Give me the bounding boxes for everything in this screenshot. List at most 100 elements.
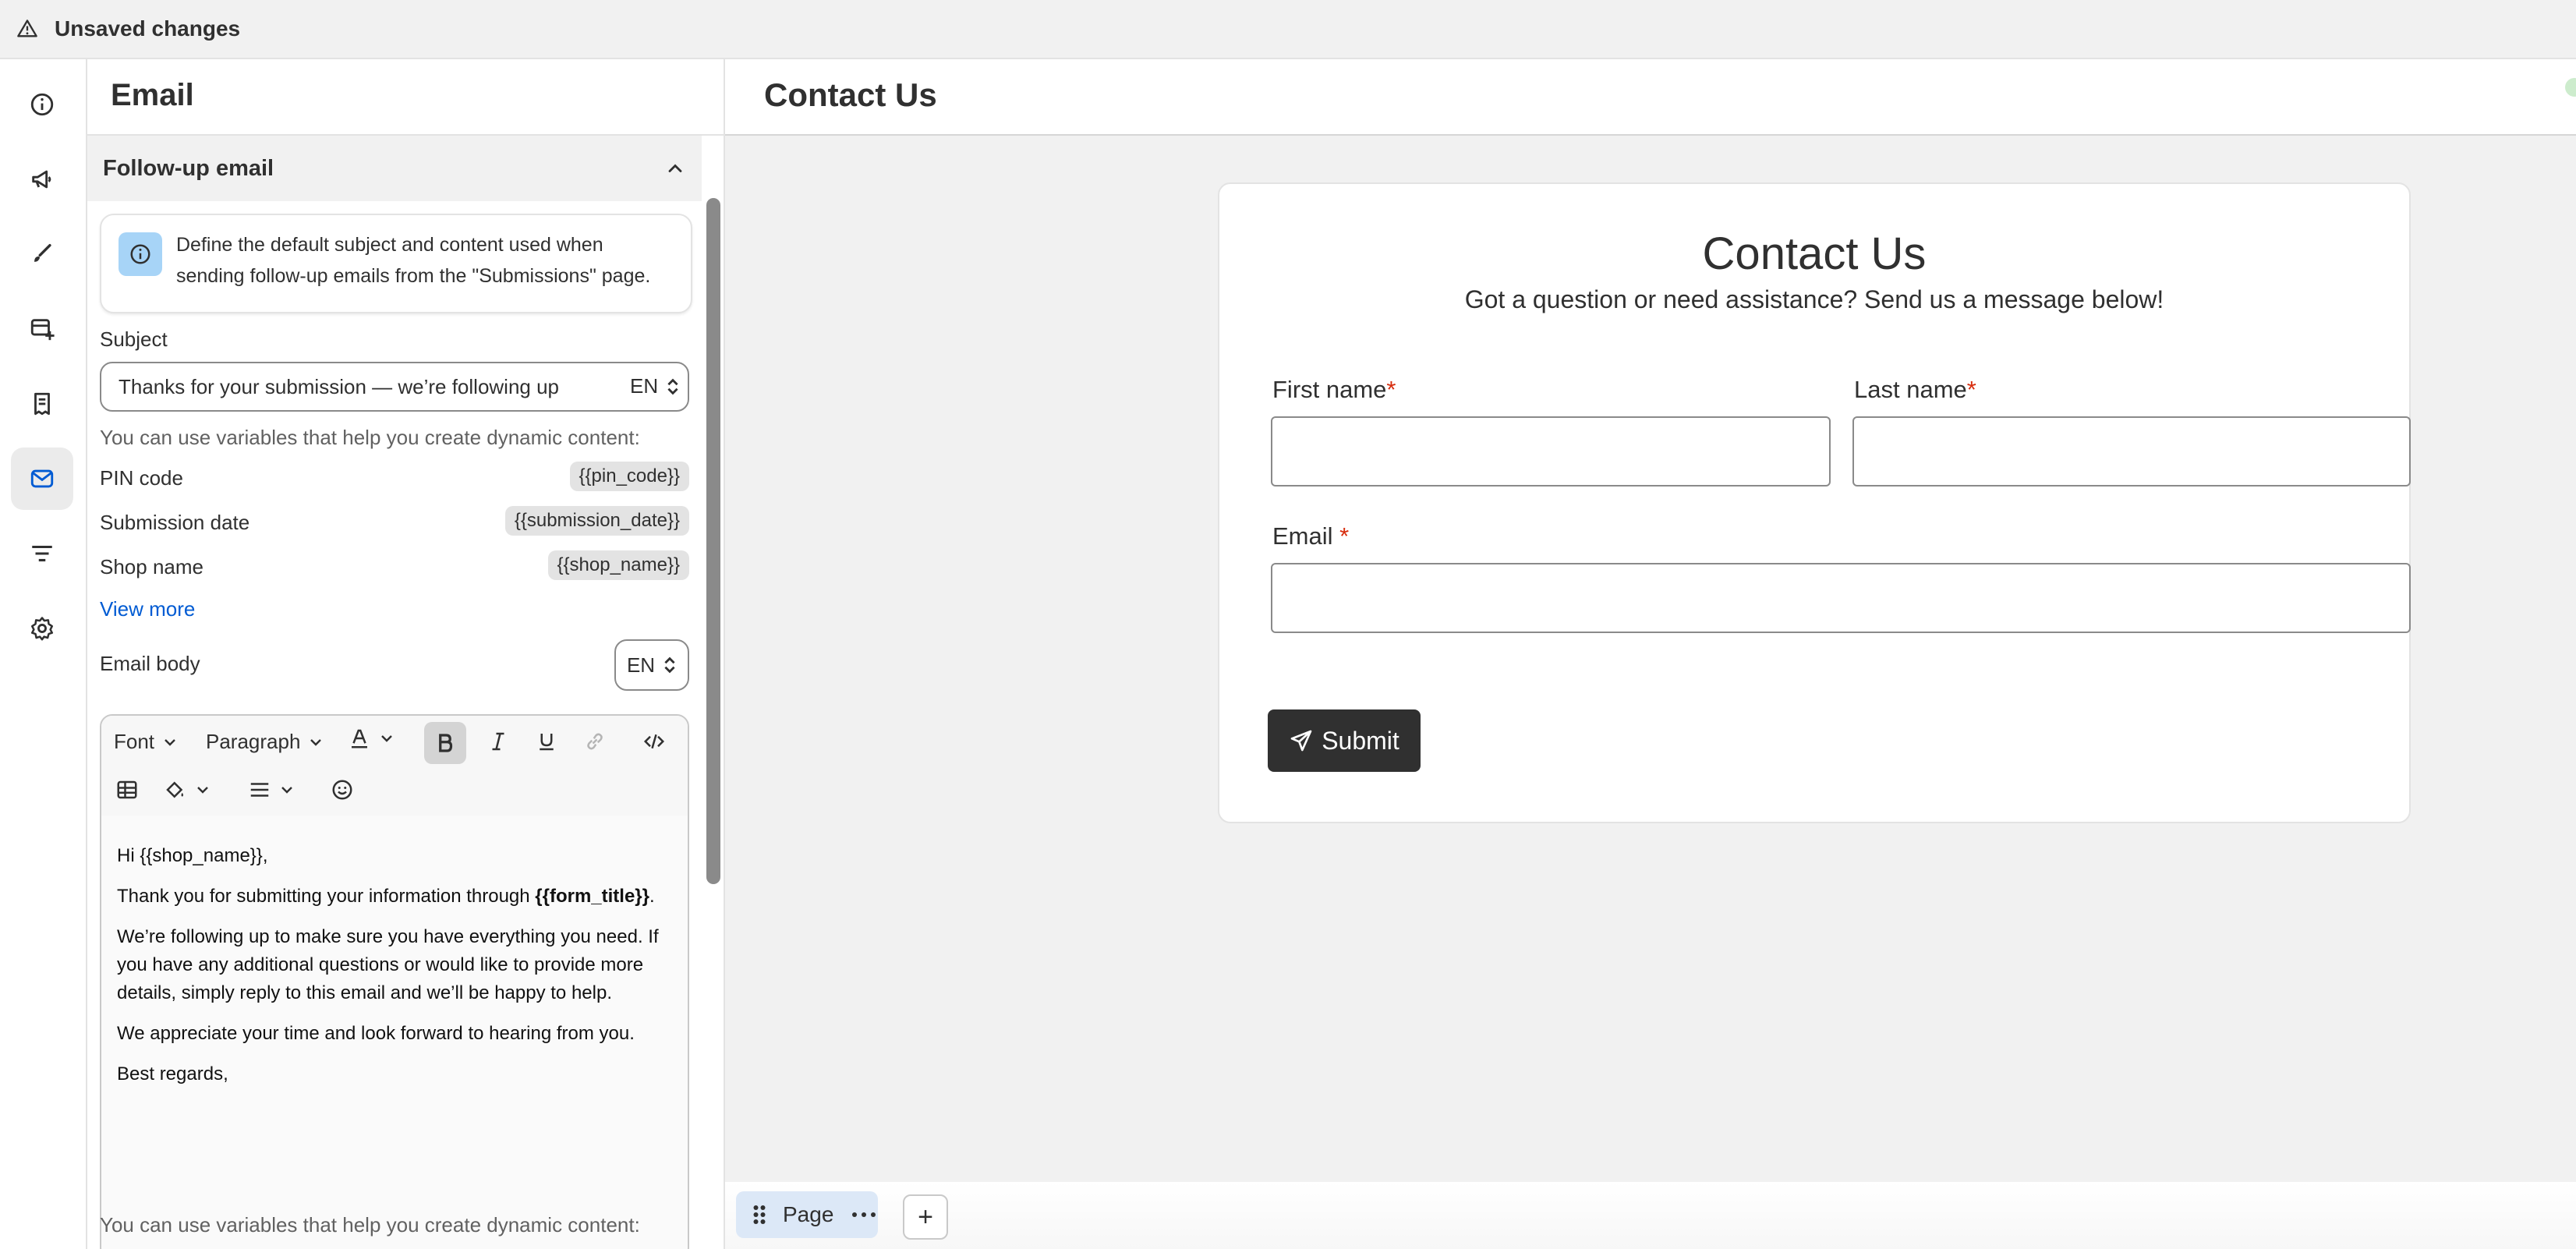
drag-handle-icon[interactable]: [750, 1203, 769, 1226]
chevron-down-icon: [281, 787, 292, 794]
link-icon: [587, 733, 603, 750]
italic-icon: [492, 732, 504, 751]
rail-item-info[interactable]: [11, 73, 73, 136]
receipt-icon: [34, 392, 50, 416]
body-paragraph: We appreciate your time and look forward…: [117, 1023, 635, 1044]
variables-help-text: You can use variables that help you crea…: [100, 1213, 640, 1237]
code-icon: [643, 734, 665, 749]
chevron-down-icon: [310, 738, 322, 746]
panel-scrollbar[interactable]: [706, 198, 720, 884]
page-tab[interactable]: Page: [736, 1191, 878, 1238]
more-options-icon[interactable]: [851, 1211, 877, 1219]
body-greeting: Hi {{shop_name}},: [117, 845, 268, 866]
rail-item-forms[interactable]: [11, 298, 73, 360]
body-paragraph: Thank you for submitting your informatio…: [117, 886, 655, 907]
gear-icon: [30, 617, 54, 641]
section-title: Follow-up email: [103, 155, 274, 181]
follow-up-email-section-header[interactable]: Follow-up email: [87, 136, 702, 201]
variable-chip[interactable]: {{pin_code}}: [569, 462, 689, 491]
chevron-down-icon: [165, 738, 175, 746]
preview-canvas: Contact Us Contact Us Got a question or …: [725, 59, 2576, 1249]
megaphone-icon: [32, 170, 51, 189]
body-paragraph: We’re following up to make sure you have…: [117, 926, 659, 1003]
required-mark: *: [1339, 522, 1350, 550]
brush-icon: [34, 243, 51, 262]
email-input[interactable]: [1271, 563, 2411, 633]
rail-item-submissions[interactable]: [11, 373, 73, 435]
body-language-select[interactable]: EN: [614, 639, 689, 691]
email-icon: [30, 469, 54, 488]
canvas-header: Contact Us: [725, 59, 2576, 136]
form-subtitle: Got a question or need assistance? Send …: [1464, 285, 2164, 313]
variable-row: PIN code {{pin_code}}: [100, 462, 689, 493]
rail-item-marketing[interactable]: [11, 148, 73, 211]
bold-icon: [439, 734, 453, 752]
underline-button[interactable]: [535, 730, 558, 753]
email-body-content[interactable]: Hi {{shop_name}}, Thank you for submitti…: [117, 842, 671, 1101]
info-banner: Define the default subject and content u…: [100, 214, 692, 313]
page-tabs-bar: Page +: [725, 1182, 2576, 1249]
up-down-chevron-icon: [667, 378, 678, 395]
paint-bucket-icon: [166, 781, 183, 798]
chevron-up-icon[interactable]: [664, 157, 686, 179]
variable-chip[interactable]: {{submission_date}}: [504, 506, 689, 536]
fill-color-button[interactable]: [164, 778, 211, 801]
variable-row: Shop name {{shop_name}}: [100, 550, 689, 582]
italic-button[interactable]: [487, 730, 510, 753]
text-color-icon: [352, 729, 367, 748]
email-body-editor[interactable]: Font Paragraph Hi {{shop_name}}, Thank y…: [100, 714, 689, 1249]
emoji-icon: [332, 780, 352, 800]
info-text: Define the default subject and content u…: [176, 234, 651, 287]
email-body-label: Email body: [100, 652, 200, 675]
required-mark: *: [1386, 376, 1396, 403]
add-page-button[interactable]: +: [903, 1194, 948, 1240]
page-tab-label: Page: [783, 1202, 834, 1226]
editor-toolbar: Font Paragraph: [101, 716, 688, 816]
email-settings-panel: Email Follow-up email Define the default…: [87, 59, 725, 1249]
rail-item-filters[interactable]: [11, 522, 73, 585]
emoji-button[interactable]: [331, 778, 354, 801]
rail-item-design[interactable]: [11, 223, 73, 285]
form-add-icon: [30, 319, 55, 341]
contact-form-preview: Contact Us Got a question or need assist…: [1218, 182, 2411, 823]
code-view-button[interactable]: [642, 730, 666, 753]
underline-icon: [540, 734, 554, 751]
view-more-link[interactable]: View more: [100, 597, 195, 621]
unsaved-changes-bar: Unsaved changes: [0, 0, 2576, 59]
info-icon: [119, 232, 162, 276]
paragraph-dropdown[interactable]: Paragraph: [206, 730, 324, 754]
rail-item-email[interactable]: [11, 448, 73, 510]
variable-chip[interactable]: {{shop_name}}: [547, 550, 689, 580]
subject-label: Subject: [100, 327, 168, 351]
text-color-button[interactable]: [348, 727, 395, 750]
info-icon: [30, 93, 54, 116]
link-button[interactable]: [583, 730, 607, 753]
align-icon: [250, 783, 269, 797]
unsaved-changes-text: Unsaved changes: [55, 16, 241, 41]
font-dropdown[interactable]: Font: [114, 730, 178, 754]
bold-button[interactable]: [424, 722, 466, 764]
last-name-input[interactable]: [1852, 416, 2411, 487]
variables-help-text: You can use variables that help you crea…: [100, 426, 640, 449]
form-title: Contact Us: [1702, 228, 1927, 279]
required-mark: *: [1966, 376, 1976, 403]
subject-language-select[interactable]: EN: [630, 374, 680, 398]
subject-field[interactable]: Thanks for your submission — we’re follo…: [100, 362, 689, 412]
email-label: Email *: [1272, 522, 1350, 550]
subject-value: Thanks for your submission — we’re follo…: [119, 375, 560, 398]
chevron-down-icon: [381, 735, 392, 742]
align-button[interactable]: [248, 778, 295, 801]
status-dot: [2565, 78, 2576, 97]
table-icon: [117, 780, 137, 799]
table-button[interactable]: [115, 778, 139, 801]
first-name-input[interactable]: [1271, 416, 1831, 487]
icon-rail: [0, 59, 87, 1249]
body-closing: Best regards,: [117, 1063, 228, 1084]
rail-item-settings[interactable]: [11, 597, 73, 660]
up-down-chevron-icon: [664, 656, 675, 674]
canvas-title: Contact Us: [764, 76, 937, 113]
submit-button[interactable]: Submit: [1268, 709, 1421, 772]
variable-row: Submission date {{submission_date}}: [100, 506, 689, 537]
filter-icon: [32, 545, 52, 562]
send-icon: [1290, 730, 1312, 752]
